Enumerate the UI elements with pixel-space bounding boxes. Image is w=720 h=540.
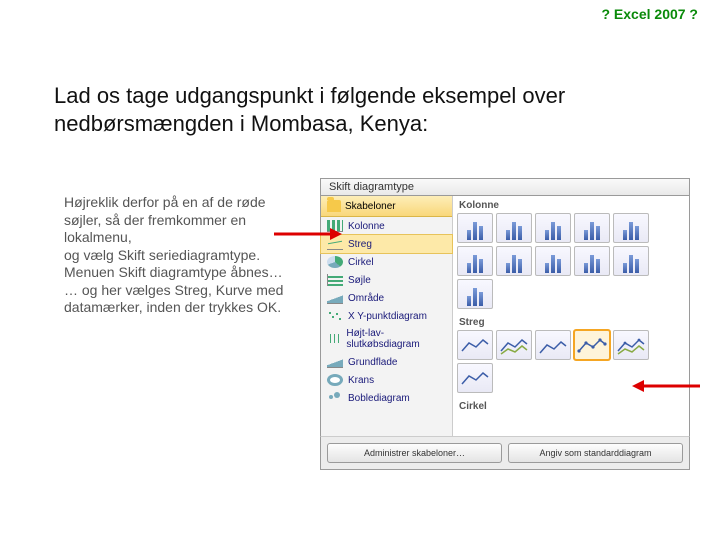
area-chart-icon (327, 292, 343, 304)
chart-thumb[interactable] (613, 330, 649, 360)
annotation-arrow-icon (632, 376, 702, 396)
chart-thumb[interactable] (574, 246, 610, 276)
chart-thumb[interactable] (535, 213, 571, 243)
instr-line-2: og vælg Skift seriediagramtype. (64, 247, 260, 263)
category-sojle[interactable]: Søjle (321, 271, 452, 289)
category-xy[interactable]: X Y-punktdiagram (321, 307, 452, 325)
stock-chart-icon (327, 333, 341, 345)
instruction-text: Højreklik derfor på en af de røde søjler… (64, 194, 296, 317)
instr-line-1: Højreklik derfor på en af de røde søjler… (64, 194, 266, 245)
chart-thumb[interactable] (613, 246, 649, 276)
doughnut-chart-icon (327, 374, 343, 386)
chart-thumb[interactable] (496, 330, 532, 360)
chart-thumb[interactable] (574, 213, 610, 243)
chart-thumb[interactable] (457, 213, 493, 243)
section-cirkel-label: Cirkel (453, 397, 689, 414)
chart-thumb[interactable] (457, 279, 493, 309)
category-cirkel[interactable]: Cirkel (321, 253, 452, 271)
kolonne-thumbs (453, 213, 689, 313)
section-streg-label: Streg (453, 313, 689, 330)
category-boble[interactable]: Boblediagram (321, 389, 452, 407)
instr-line-4: … og her vælges Streg, Kurve med datamær… (64, 282, 283, 316)
annotation-arrow-icon (272, 224, 342, 244)
chart-thumb[interactable] (535, 246, 571, 276)
chart-thumb[interactable] (535, 330, 571, 360)
change-chart-type-dialog: Skift diagramtype Skabeloner Kolonne Str… (320, 178, 690, 478)
chart-thumb[interactable] (457, 363, 493, 393)
header-link: ? Excel 2007 ? (601, 6, 698, 22)
chart-thumb[interactable] (496, 246, 532, 276)
templates-label: Skabeloner (345, 201, 396, 212)
category-surface[interactable]: Grundflade (321, 353, 452, 371)
dialog-titlebar: Skift diagramtype (320, 178, 690, 196)
chart-thumb[interactable] (496, 213, 532, 243)
chart-thumb-line-markers[interactable] (574, 330, 610, 360)
chart-thumb[interactable] (457, 330, 493, 360)
bar-chart-icon (327, 274, 343, 286)
scatter-chart-icon (327, 310, 343, 322)
section-kolonne-label: Kolonne (453, 196, 689, 213)
chart-thumb[interactable] (613, 213, 649, 243)
set-default-button[interactable]: Angiv som standarddiagram (508, 443, 683, 463)
chart-subtype-gallery: Kolonne Streg (453, 196, 689, 436)
folder-icon (327, 200, 341, 212)
page-title: Lad os tage udgangspunkt i følgende ekse… (54, 82, 654, 137)
pie-chart-icon (327, 256, 343, 268)
manage-templates-button[interactable]: Administrer skabeloner… (327, 443, 502, 463)
dialog-footer: Administrer skabeloner… Angiv som standa… (320, 436, 690, 470)
chart-thumb[interactable] (457, 246, 493, 276)
category-krans[interactable]: Krans (321, 371, 452, 389)
surface-chart-icon (327, 356, 343, 368)
bubble-chart-icon (327, 392, 343, 404)
category-omrade[interactable]: Område (321, 289, 452, 307)
instr-line-3: Menuen Skift diagramtype åbnes… (64, 264, 283, 280)
category-stock[interactable]: Højt-lav-slutkøbsdiagram (321, 325, 452, 353)
templates-item[interactable]: Skabeloner (321, 196, 452, 217)
